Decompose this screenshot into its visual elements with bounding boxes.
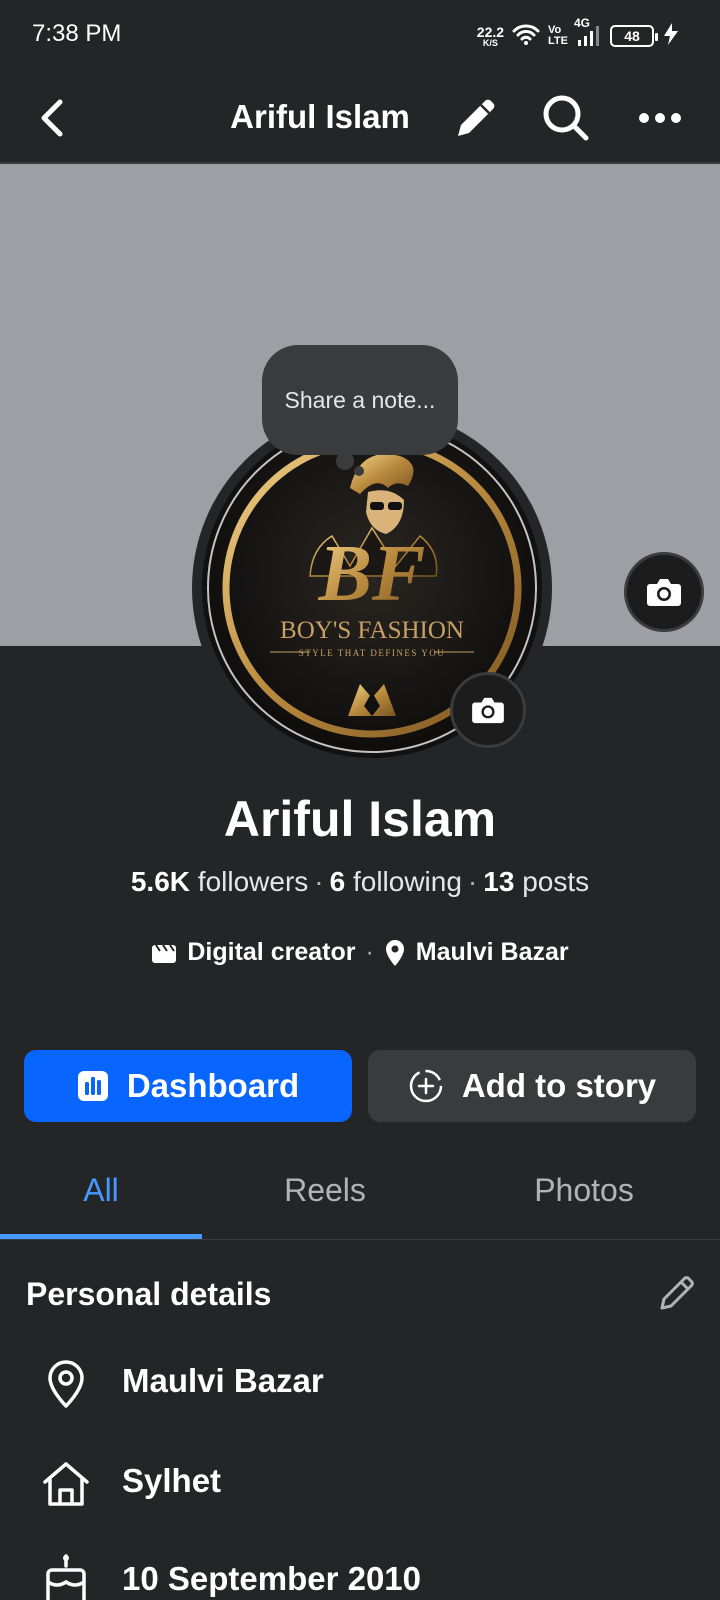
tab-reels[interactable]: Reels <box>225 1172 425 1209</box>
battery-level: 48 <box>624 28 640 44</box>
posts-label: posts <box>522 866 590 897</box>
add-to-story-button[interactable]: Add to story <box>368 1050 696 1122</box>
search-icon <box>543 95 589 141</box>
dashboard-button[interactable]: Dashboard <box>24 1050 352 1122</box>
separator: · <box>365 938 374 966</box>
home-icon <box>38 1456 94 1512</box>
edit-profile-picture-button[interactable] <box>450 672 526 748</box>
header-title: Ariful Islam <box>230 98 410 135</box>
dashboard-label: Dashboard <box>126 1067 300 1104</box>
battery-icon: 48 <box>610 25 658 47</box>
detail-hometown-text: Sylhet <box>122 1462 222 1499</box>
following-label: following <box>352 866 462 897</box>
dashboard-icon <box>77 1071 108 1101</box>
volte-indicator: Vo LTE <box>548 25 568 47</box>
detail-row-location[interactable]: Maulvi Bazar <box>0 1352 720 1412</box>
separator: · <box>467 866 478 897</box>
profile-category: Digital creator <box>187 938 356 966</box>
net-speed: 22.2 K/S <box>477 25 504 48</box>
charging-icon <box>662 22 680 51</box>
edit-cover-button[interactable] <box>624 552 704 632</box>
note-bubble-tail <box>336 452 354 470</box>
edit-profile-button[interactable] <box>448 90 504 146</box>
share-note-bubble[interactable]: Share a note... <box>262 345 458 455</box>
followers-label: followers <box>197 866 309 897</box>
status-bar: 7:38 PM 22.2 K/S Vo LTE 4G 48 <box>0 0 720 72</box>
following-count: 6 <box>329 866 346 897</box>
logo-monogram: BF <box>318 530 426 618</box>
active-tab-indicator <box>0 1234 202 1239</box>
back-button[interactable] <box>28 94 76 142</box>
note-placeholder: Share a note... <box>284 386 436 413</box>
search-button[interactable] <box>538 90 594 146</box>
network-type: 4G <box>574 16 591 30</box>
more-icon <box>639 113 681 123</box>
tab-photos[interactable]: Photos <box>484 1172 684 1209</box>
edit-details-button[interactable] <box>652 1268 702 1318</box>
separator: · <box>314 866 324 897</box>
detail-birthday-text: 10 September 2010 <box>122 1560 422 1597</box>
pencil-icon <box>458 99 495 136</box>
signal-icon: 4G <box>574 16 602 48</box>
following-link[interactable]: 6 following <box>330 866 462 897</box>
net-speed-unit: K/S <box>482 37 498 48</box>
net-speed-value: 22.2 <box>476 23 505 40</box>
detail-row-hometown[interactable]: Sylhet <box>0 1452 720 1512</box>
add-story-icon <box>409 1069 443 1103</box>
posts-count: 13 <box>483 866 515 897</box>
camera-icon <box>647 579 681 606</box>
tab-all[interactable]: All <box>0 1172 202 1209</box>
back-icon <box>41 99 63 137</box>
status-icons: 22.2 K/S Vo LTE 4G 48 <box>477 16 680 54</box>
location-pin-icon <box>38 1356 94 1412</box>
add-to-story-label: Add to story <box>461 1067 657 1104</box>
location-pin-icon <box>385 939 404 966</box>
profile-stats: 5.6K followers · 6 following · 13 posts <box>0 866 720 898</box>
profile-name: Ariful Islam <box>223 791 497 847</box>
clapperboard-icon <box>152 943 177 963</box>
logo-name: BOY'S FASHION <box>280 617 464 644</box>
profile-location: Maulvi Bazar <box>415 938 569 966</box>
status-time: 7:38 PM <box>32 20 122 47</box>
profile-info-line: Digital creator · Maulvi Bazar <box>0 938 720 967</box>
note-bubble-tail-small <box>354 466 364 476</box>
posts-link[interactable]: 13 posts <box>483 866 589 897</box>
followers-link[interactable]: 5.6K followers <box>131 866 308 897</box>
app-header: Ariful Islam <box>0 72 720 164</box>
profile-screen: 7:38 PM 22.2 K/S Vo LTE 4G 48 Ariful Isl… <box>0 0 720 1600</box>
more-options-button[interactable] <box>632 90 688 146</box>
profile-tabs: All Reels Photos <box>0 1150 720 1240</box>
pencil-icon <box>660 1276 694 1310</box>
personal-details-title: Personal details <box>26 1276 272 1312</box>
camera-icon <box>472 697 504 724</box>
volte-bottom: LTE <box>548 35 568 47</box>
followers-count: 5.6K <box>130 866 191 897</box>
detail-location-text: Maulvi Bazar <box>122 1362 324 1399</box>
birthday-cake-icon <box>38 1554 94 1600</box>
detail-row-birthday[interactable]: 10 September 2010 <box>0 1550 720 1600</box>
logo-tagline: STYLE THAT DEFINES YOU <box>299 648 446 658</box>
wifi-icon <box>512 22 540 51</box>
